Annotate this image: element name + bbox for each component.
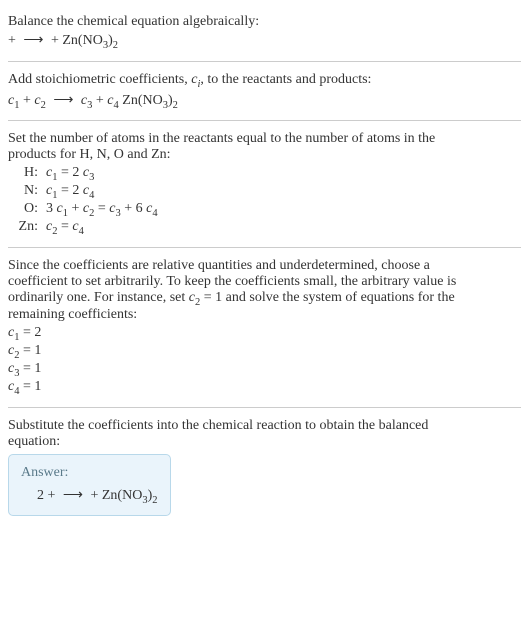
rhs-text-a: + Zn(NO bbox=[51, 33, 103, 48]
divider bbox=[8, 247, 521, 248]
ans-arrow-icon: ⟶ bbox=[63, 487, 83, 504]
cc1eq: = 2 bbox=[19, 325, 41, 340]
atom-eq-h: c1 = 2 c3 bbox=[46, 165, 94, 183]
choose-p1: Since the coefficients are relative quan… bbox=[8, 258, 521, 274]
o-eq: = bbox=[94, 201, 109, 216]
ans-sub2: 2 bbox=[152, 494, 157, 505]
n-c4s: 4 bbox=[89, 190, 94, 201]
atom-table: H: c1 = 2 c3 N: c1 = 2 c4 O: 3 c1 + c2 =… bbox=[12, 165, 521, 236]
divider bbox=[8, 407, 521, 408]
atom-label-o: O: bbox=[12, 201, 46, 217]
atom-eq-zn: c2 = c4 bbox=[46, 219, 84, 237]
atom-label-zn: Zn: bbox=[12, 219, 46, 235]
zn-eq: = bbox=[57, 219, 72, 234]
cc2eq: = 1 bbox=[19, 343, 41, 358]
stoich-arrow-icon: ⟶ bbox=[53, 92, 73, 109]
sub-p1: Substitute the coefficients into the che… bbox=[8, 418, 521, 434]
atom-row-zn: Zn: c2 = c4 bbox=[12, 219, 521, 237]
reaction-arrow-icon: ⟶ bbox=[23, 32, 43, 49]
compound-a: Zn(NO bbox=[119, 93, 163, 108]
choose-p2b-line: ordinarily one. For instance, set c2 = 1… bbox=[8, 290, 521, 308]
o-three: 3 bbox=[46, 201, 57, 216]
sub-p2: equation: bbox=[8, 434, 521, 450]
choose-p2c: = 1 and solve the system of equations fo… bbox=[200, 290, 454, 305]
h-c3s: 3 bbox=[89, 172, 94, 183]
coeff-list: c1 = 2 c2 = 1 c3 = 1 c4 = 1 bbox=[8, 325, 521, 396]
choose-p2: coefficient to set arbitrarily. To keep … bbox=[8, 274, 521, 290]
choose-section: Since the coefficients are relative quan… bbox=[8, 252, 521, 403]
unbalanced-equation: + ⟶ + Zn(NO3)2 bbox=[8, 32, 521, 51]
stoich-equation: c1 + c2 ⟶ c3 + c4 Zn(NO3)2 bbox=[8, 92, 521, 111]
coeff-c2: c2 = 1 bbox=[8, 343, 521, 361]
lhs-text: + bbox=[8, 33, 19, 48]
atom-label-n: N: bbox=[12, 183, 46, 199]
atoms-intro-a: Set the number of atoms in the reactants… bbox=[8, 131, 521, 147]
cc3eq: = 1 bbox=[19, 361, 41, 376]
divider bbox=[8, 120, 521, 121]
atom-row-n: N: c1 = 2 c4 bbox=[12, 183, 521, 201]
answer-box: Answer: 2 + ⟶ + Zn(NO3)2 bbox=[8, 454, 171, 517]
zn-c4s: 4 bbox=[79, 226, 84, 237]
plus1: + bbox=[19, 93, 34, 108]
stoich-text-b: , to the reactants and products: bbox=[200, 72, 371, 87]
choose-p3: remaining coefficients: bbox=[8, 307, 521, 323]
coeff-c1: c1 = 2 bbox=[8, 325, 521, 343]
balance-intro: Balance the chemical equation algebraica… bbox=[8, 8, 521, 57]
atom-row-o: O: 3 c1 + c2 = c3 + 6 c4 bbox=[12, 201, 521, 219]
choose-p2b: ordinarily one. For instance, set bbox=[8, 290, 189, 305]
intro-text: Balance the chemical equation algebraica… bbox=[8, 14, 521, 30]
compound-sub2: 2 bbox=[173, 99, 178, 110]
n-eq: = 2 bbox=[57, 183, 82, 198]
atom-eq-o: 3 c1 + c2 = c3 + 6 c4 bbox=[46, 201, 158, 219]
ans-a: 2 + bbox=[37, 488, 59, 503]
answer-equation: 2 + ⟶ + Zn(NO3)2 bbox=[21, 487, 158, 506]
atom-eq-n: c1 = 2 c4 bbox=[46, 183, 94, 201]
cc4eq: = 1 bbox=[19, 379, 41, 394]
atom-row-h: H: c1 = 2 c3 bbox=[12, 165, 521, 183]
atom-label-h: H: bbox=[12, 165, 46, 181]
o-plus: + bbox=[68, 201, 83, 216]
o-c4s: 4 bbox=[152, 208, 157, 219]
stoich-intro: Add stoichiometric coefficients, ci, to … bbox=[8, 72, 521, 90]
o-plus2: + 6 bbox=[121, 201, 146, 216]
choose-p2a: coefficient to set arbitrarily. To keep … bbox=[8, 274, 456, 289]
stoich-section: Add stoichiometric coefficients, ci, to … bbox=[8, 66, 521, 117]
divider bbox=[8, 61, 521, 62]
atoms-section: Set the number of atoms in the reactants… bbox=[8, 125, 521, 242]
h-eq: = 2 bbox=[57, 165, 82, 180]
atoms-intro-b: products for H, N, O and Zn: bbox=[8, 147, 521, 163]
substitute-section: Substitute the coefficients into the che… bbox=[8, 412, 521, 523]
rhs-sub2: 2 bbox=[113, 40, 118, 51]
stoich-text-a: Add stoichiometric coefficients, bbox=[8, 72, 191, 87]
answer-label: Answer: bbox=[21, 465, 158, 481]
plus2: + bbox=[92, 93, 107, 108]
coeff-c3: c3 = 1 bbox=[8, 361, 521, 379]
ans-b: + Zn(NO bbox=[87, 488, 142, 503]
coeff-c4: c4 = 1 bbox=[8, 379, 521, 397]
c2-sub: 2 bbox=[41, 99, 46, 110]
